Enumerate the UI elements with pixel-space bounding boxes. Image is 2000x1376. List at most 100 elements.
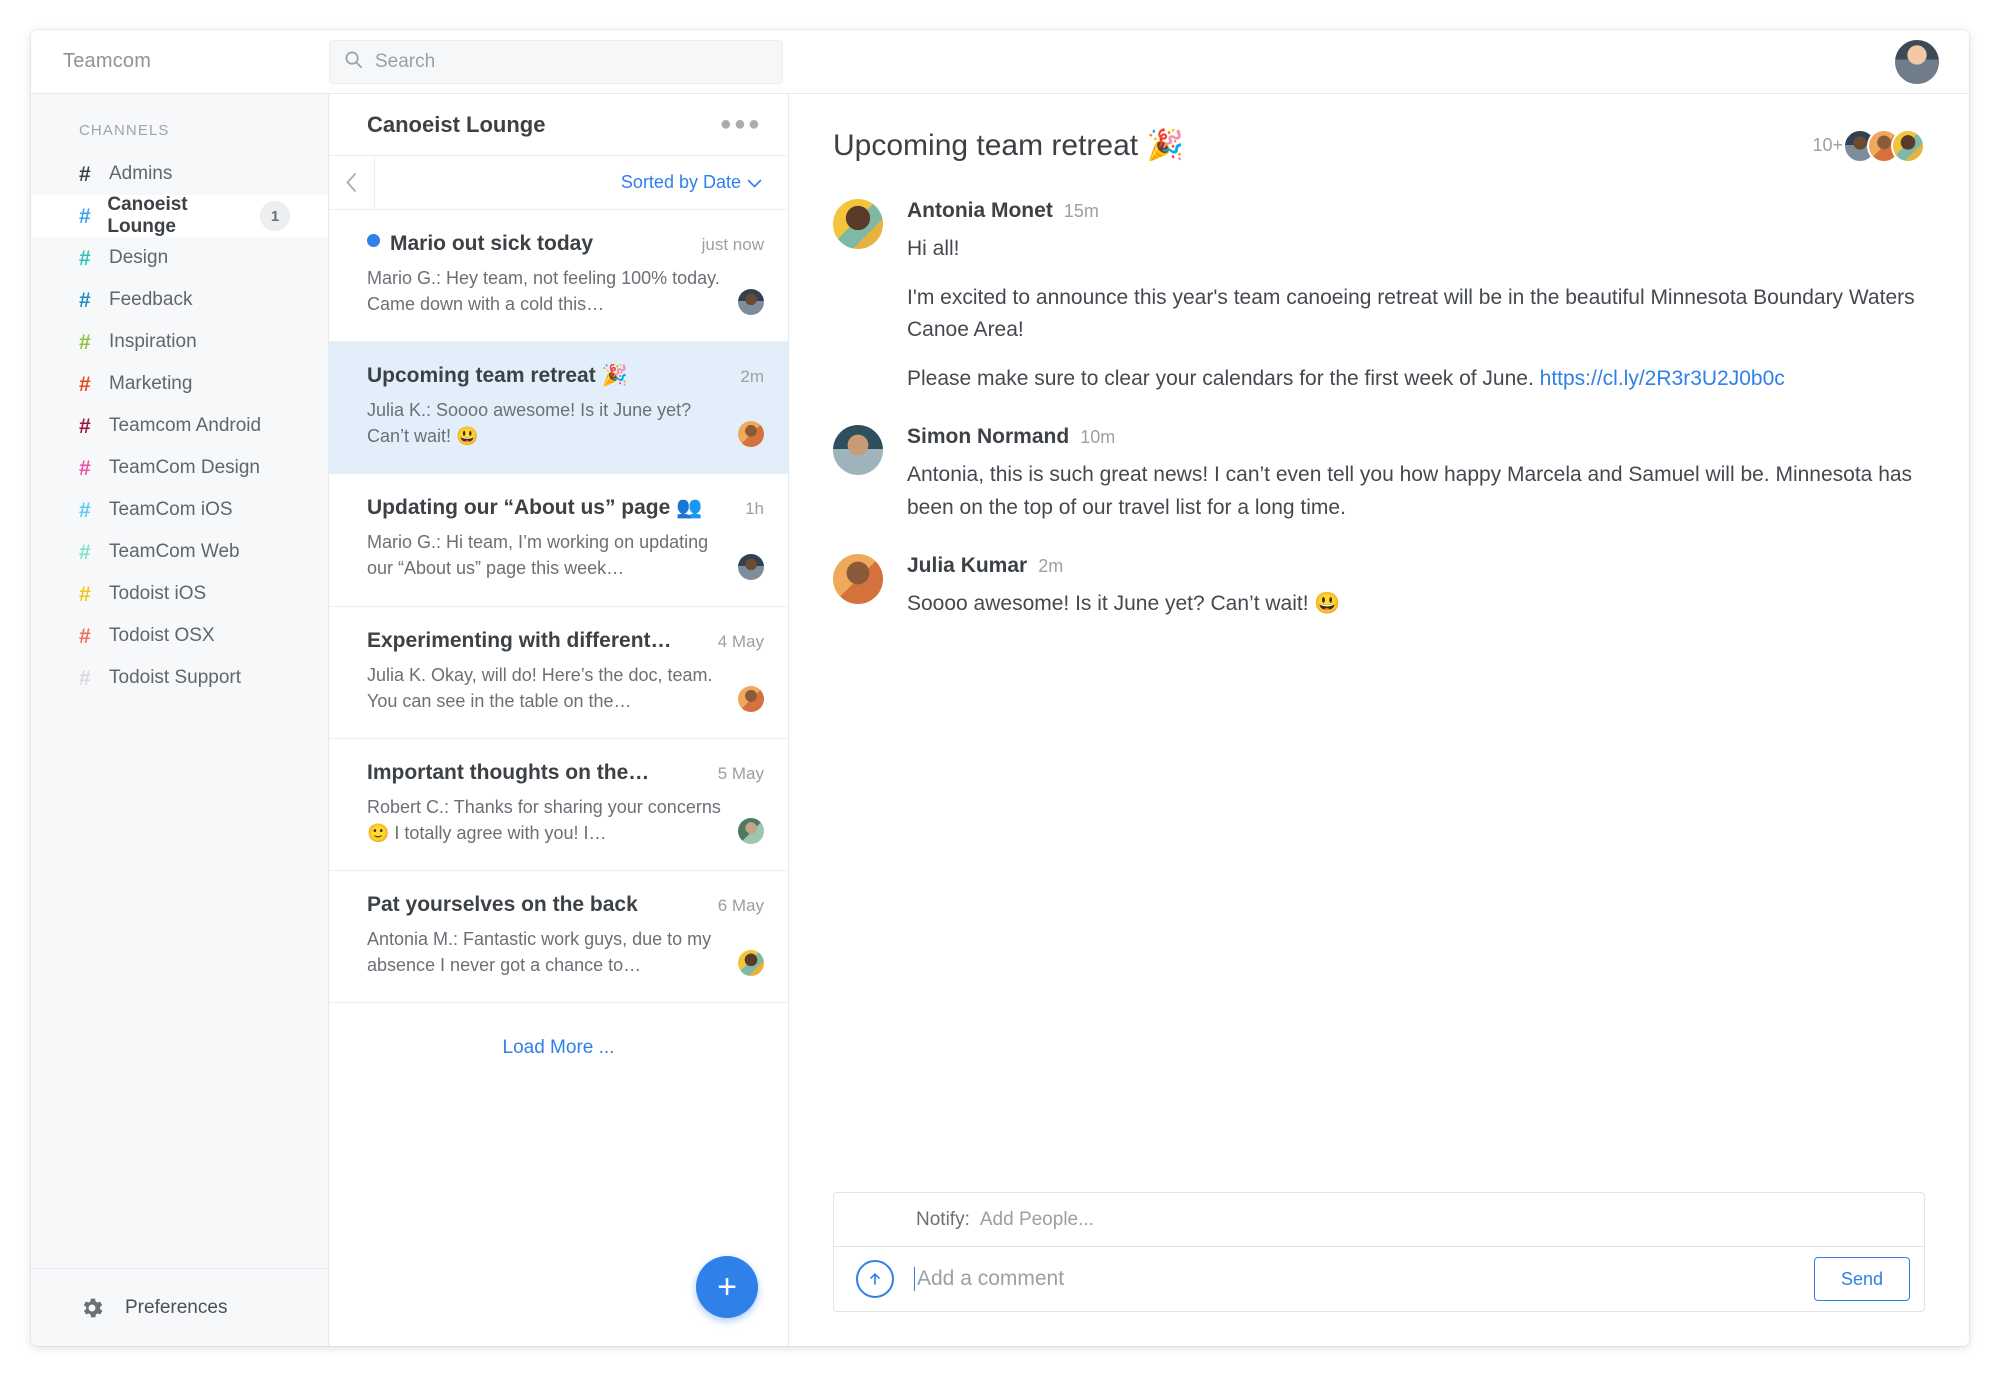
thread-title-row: Pat yourselves on the back 6 May [367, 893, 764, 917]
comment-input[interactable]: Add a comment [914, 1267, 1794, 1291]
thread-list-item[interactable]: Upcoming team retreat 🎉 2m Julia K.: Soooo… [329, 342, 788, 475]
sidebar-item-feedback[interactable]: # Feedback [31, 279, 328, 321]
sidebar-item-label: Canoeist Lounge [107, 194, 188, 237]
send-button[interactable]: Send [1813, 1257, 1910, 1301]
thread-title-row: Experimenting with different… 4 May [367, 629, 764, 653]
participants-count: 10+ [1812, 135, 1843, 155]
thread-preview: Mario G.: Hi team, I’m working on updati… [367, 532, 709, 579]
sidebar-item-todoist-ios[interactable]: # Todoist iOS [31, 573, 328, 615]
message-paragraph: I'm excited to announce this year's team… [907, 285, 1915, 342]
message-content: Julia Kumar 2m Soooo awesome! Is it June y… [907, 554, 1925, 621]
sidebar-item-todoist-support[interactable]: # Todoist Support [31, 657, 328, 699]
thread-preview-row: Julia K. Okay, will do! Here’s the doc, … [367, 662, 764, 714]
notify-row[interactable]: Notify: Add People... [833, 1192, 1925, 1246]
thread-preview-row: Julia K.: Soooo awesome! Is it June yet?… [367, 397, 764, 449]
avatar[interactable] [1895, 39, 1939, 84]
message-body: Soooo awesome! Is it June yet? Can’t wai… [907, 588, 1925, 621]
message-link[interactable]: https://cl.ly/2R3r3U2J0b0c [1540, 367, 1785, 390]
search-input[interactable]: Search [329, 39, 783, 84]
channel-title: Canoeist Lounge [367, 111, 546, 137]
sidebar-item-teamcom-design[interactable]: # TeamCom Design [31, 447, 328, 489]
sidebar-item-teamcom-web[interactable]: # TeamCom Web [31, 531, 328, 573]
sidebar-item-label: Todoist iOS [109, 583, 207, 604]
hash-icon: # [79, 162, 91, 186]
new-thread-button[interactable]: + [696, 1256, 758, 1318]
sidebar-item-admins[interactable]: # Admins [31, 153, 328, 195]
search-area: Search [329, 39, 1849, 84]
sort-dropdown[interactable]: Sorted by Date [375, 156, 788, 209]
channel-list: # Admins # Canoeist Lounge 1 # Design # Feedback… [31, 153, 328, 699]
thread-list-item[interactable]: Pat yourselves on the back 6 May Antonia M… [329, 871, 788, 1004]
sidebar-item-todoist-osx[interactable]: # Todoist OSX [31, 615, 328, 657]
message-paragraph-with-link: Please make sure to clear your calendars… [907, 363, 1925, 396]
hash-icon: # [79, 372, 91, 396]
back-button[interactable] [329, 156, 375, 209]
sidebar-item-teamcom-ios[interactable]: # TeamCom iOS [31, 489, 328, 531]
message: Simon Normand 10m Antonia, this is such gr… [833, 425, 1925, 524]
thread-scroll-area[interactable]: Mario out sick today just now Mario G.: He… [329, 210, 788, 1346]
hash-icon: # [79, 204, 91, 228]
sort-label: Sorted by Date [620, 172, 741, 192]
hash-icon: # [79, 288, 91, 312]
thread-preview-row: Mario G.: Hey team, not feeling 100% tod… [367, 265, 764, 317]
message-paragraph: Hi all! [907, 237, 960, 260]
avatar [738, 289, 764, 316]
thread-preview: Robert C.: Thanks for sharing your conce… [367, 796, 721, 843]
thread-list-item[interactable]: Experimenting with different… 4 May Julia … [329, 607, 788, 739]
thread-title-row: Mario out sick today just now [367, 232, 764, 256]
sidebar-item-design[interactable]: # Design [31, 237, 328, 279]
message-list: Antonia Monet 15m Hi all! I'm excited to an… [789, 173, 1969, 1192]
more-options-icon[interactable]: ●●● [720, 113, 762, 136]
sidebar-item-marketing[interactable]: # Marketing [31, 363, 328, 405]
top-bar: Teamcom Search [31, 30, 1969, 94]
thread-list-panel: Canoeist Lounge ●●● Sorted by Date Mario… [329, 94, 789, 1346]
hash-icon: # [79, 624, 91, 648]
sidebar-item-canoeist-lounge[interactable]: # Canoeist Lounge 1 [31, 194, 328, 237]
search-placeholder: Search [375, 50, 436, 72]
notify-input[interactable]: Add People... [980, 1209, 1094, 1231]
thread-list-header: Canoeist Lounge ●●● [329, 94, 788, 156]
screenshot-root: Teamcom Search CHANNELS # Admins # Canoe… [0, 0, 2000, 1376]
comment-row: Add a comment Send [833, 1246, 1925, 1312]
avatar [833, 425, 883, 476]
hash-icon: # [79, 666, 91, 690]
participants[interactable]: 10+ [1812, 128, 1925, 163]
load-more-button[interactable]: Load More ... [329, 1003, 788, 1093]
preferences-label: Preferences [125, 1296, 228, 1318]
thread-list-item[interactable]: Mario out sick today just now Mario G.: He… [329, 210, 788, 343]
thread-list-item[interactable]: Important thoughts on the… 5 May Robert C.… [329, 739, 788, 871]
thread-title: Pat yourselves on the back [367, 892, 638, 916]
thread-list-item[interactable]: Updating our “About us” page 👥 1h Mario G.… [329, 474, 788, 607]
thread-timestamp: 5 May [717, 763, 764, 783]
sidebar-section-title: CHANNELS [79, 122, 170, 139]
search-icon [344, 50, 363, 74]
participant-avatars [1843, 128, 1925, 163]
hash-icon: # [79, 540, 91, 564]
sidebar-item-label: Admins [109, 163, 173, 184]
avatar [833, 199, 883, 249]
app-body: CHANNELS # Admins # Canoeist Lounge 1 # Design… [31, 94, 1969, 1346]
upload-icon[interactable] [856, 1260, 894, 1298]
avatar [738, 553, 764, 580]
sidebar-item-label: Design [109, 247, 169, 268]
hash-icon: # [79, 414, 91, 438]
sidebar-item-preferences[interactable]: Preferences [31, 1268, 328, 1346]
message-paragraph: Soooo awesome! Is it June yet? Can’t wai… [907, 592, 1341, 616]
hash-icon: # [79, 498, 91, 522]
sidebar: CHANNELS # Admins # Canoeist Lounge 1 # Design… [31, 94, 329, 1346]
sidebar-item-inspiration[interactable]: # Inspiration [31, 321, 328, 363]
message-timestamp: 2m [1038, 556, 1064, 577]
message-header: Simon Normand 10m [907, 425, 1925, 449]
avatar [1891, 128, 1925, 163]
message-timestamp: 15m [1063, 201, 1099, 221]
message-header: Antonia Monet 15m [907, 199, 1925, 223]
sidebar-item-teamcom-android[interactable]: # Teamcom Android [31, 405, 328, 447]
gear-icon [79, 1295, 105, 1321]
avatar [738, 950, 764, 977]
thread-preview-row: Antonia M.: Fantastic work guys, due to … [367, 926, 764, 978]
conversation-title: Upcoming team retreat 🎉 [833, 129, 1184, 162]
conversation-header: Upcoming team retreat 🎉 10+ [789, 94, 1969, 173]
app-brand: Teamcom [63, 50, 152, 72]
avatar [833, 554, 883, 605]
